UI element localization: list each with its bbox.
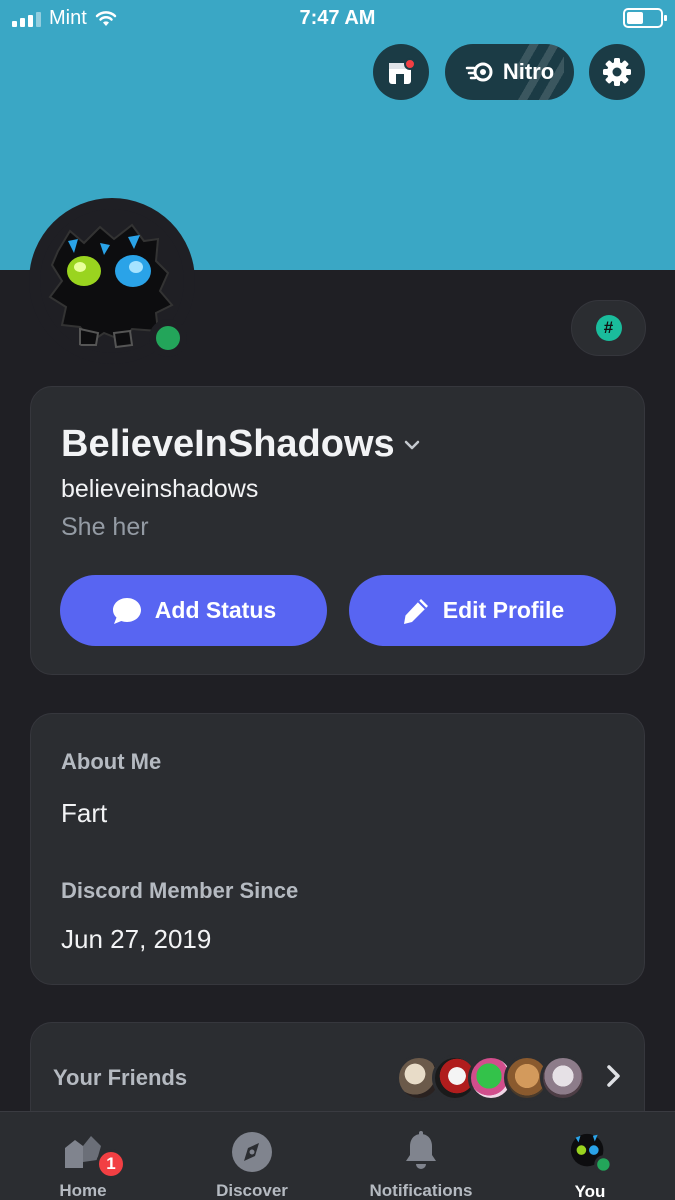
speech-bubble-icon bbox=[112, 597, 141, 624]
shop-button[interactable] bbox=[373, 44, 429, 100]
edit-profile-label: Edit Profile bbox=[442, 597, 565, 623]
edit-profile-button[interactable]: Edit Profile bbox=[349, 575, 616, 646]
friend-avatar bbox=[540, 1055, 586, 1101]
display-name-row[interactable]: BelieveInShadows bbox=[61, 423, 421, 466]
nitro-button[interactable]: Nitro bbox=[445, 44, 574, 100]
tab-you-label: You bbox=[574, 1182, 606, 1200]
compass-icon bbox=[232, 1131, 272, 1172]
friend-avatars bbox=[396, 1055, 586, 1101]
settings-button[interactable] bbox=[589, 44, 645, 100]
tab-home-label: Home bbox=[59, 1181, 107, 1200]
nitro-icon bbox=[465, 62, 493, 82]
notification-badge: 1 bbox=[96, 1149, 126, 1179]
about-me-text: Fart bbox=[61, 798, 108, 828]
about-me-heading: About Me bbox=[61, 749, 162, 774]
username: believeinshadows bbox=[61, 475, 259, 503]
your-friends-heading: Your Friends bbox=[53, 1065, 188, 1090]
pencil-icon bbox=[403, 598, 428, 624]
tab-bar: Home 1 Discover Notifications You bbox=[0, 1111, 675, 1200]
hashtag-icon: # bbox=[595, 315, 622, 341]
display-name: BelieveInShadows bbox=[61, 423, 395, 465]
online-status-icon bbox=[149, 319, 187, 357]
hashtag-button[interactable]: # bbox=[571, 300, 646, 356]
member-since-date: Jun 27, 2019 bbox=[61, 924, 212, 954]
tab-discover[interactable]: Discover bbox=[177, 1112, 327, 1200]
tab-home[interactable]: Home bbox=[8, 1112, 158, 1200]
tab-discover-label: Discover bbox=[216, 1181, 288, 1200]
member-since-heading: Discord Member Since bbox=[61, 878, 299, 903]
pronouns: She her bbox=[61, 513, 149, 541]
user-avatar-icon bbox=[570, 1133, 612, 1174]
status-time: 7:47 AM bbox=[299, 7, 376, 29]
status-bar: Mint 7:47 AM bbox=[0, 0, 675, 38]
tab-notifications[interactable]: Notifications bbox=[346, 1112, 496, 1200]
profile-card: BelieveInShadows believeinshadows She he… bbox=[30, 386, 645, 675]
chevron-down-icon bbox=[404, 440, 419, 449]
add-status-label: Add Status bbox=[154, 597, 277, 623]
about-card: About Me Fart Discord Member Since Jun 2… bbox=[30, 713, 645, 985]
bell-icon bbox=[406, 1130, 436, 1169]
battery-icon bbox=[623, 8, 667, 28]
shop-icon bbox=[389, 58, 416, 84]
nitro-label: Nitro bbox=[502, 59, 555, 84]
gear-icon bbox=[603, 58, 631, 86]
tab-notifications-label: Notifications bbox=[369, 1181, 473, 1200]
add-status-button[interactable]: Add Status bbox=[60, 575, 327, 646]
chevron-right-icon[interactable] bbox=[603, 1063, 623, 1089]
tab-you[interactable]: You bbox=[515, 1112, 665, 1200]
